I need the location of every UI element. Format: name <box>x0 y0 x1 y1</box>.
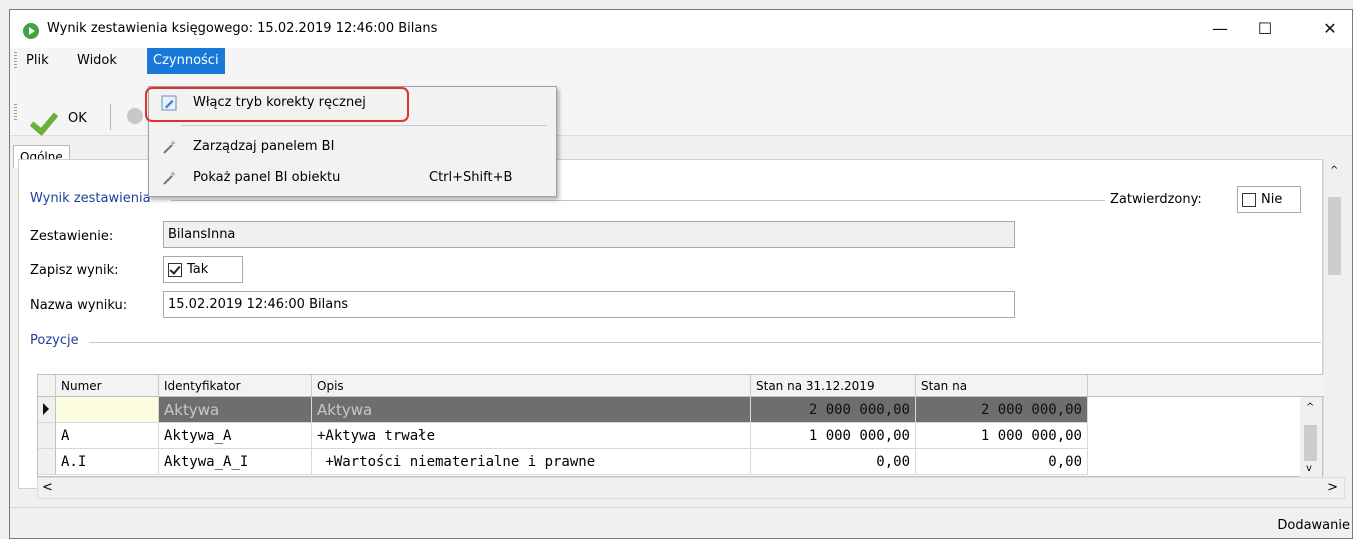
ok-label: OK <box>68 110 87 126</box>
toolbar-grip <box>14 104 17 122</box>
menu-widok[interactable]: Widok <box>71 48 123 74</box>
table-row-2-numer[interactable]: A.I <box>56 449 159 475</box>
approved-value: Nie <box>1261 192 1283 207</box>
save-result-checkbox-box[interactable] <box>168 262 182 277</box>
table-row-1-opis[interactable]: +Aktywa trwałe <box>312 423 751 449</box>
magic-wand-icon <box>161 139 177 155</box>
manage-bi-panel-label: Zarządzaj panelem BI <box>193 139 335 154</box>
statement-label: Zestawienie: <box>30 229 114 244</box>
result-section-title: Wynik zestawienia <box>30 191 151 206</box>
show-bi-panel-shortcut: Ctrl+Shift+B <box>429 170 513 185</box>
table-row-1-stan1[interactable]: 1 000 000,00 <box>751 423 916 449</box>
column-header-opis[interactable]: Opis <box>312 375 751 397</box>
grid-scroll-down-icon[interactable]: v <box>1306 463 1312 474</box>
back-icon[interactable] <box>127 108 143 124</box>
app-play-icon <box>23 23 39 39</box>
table-row-1-numer[interactable]: A <box>56 423 159 449</box>
result-name-field[interactable]: 15.02.2019 12:46:00 Bilans <box>163 291 1015 318</box>
table-row-1-stan2[interactable]: 1 000 000,00 <box>916 423 1088 449</box>
column-header-stan-na[interactable]: Stan na <box>916 375 1088 397</box>
window-title: Wynik zestawienia księgowego: 15.02.2019… <box>47 21 438 36</box>
scroll-right-icon[interactable]: > <box>1327 480 1338 495</box>
toolbar-separator <box>110 104 111 130</box>
table-row-0-stan2[interactable]: 2 000 000,00 <box>916 397 1088 423</box>
menu-grip <box>14 52 17 70</box>
column-header-filler <box>1088 375 1324 397</box>
ok-button[interactable]: OK <box>32 101 87 135</box>
row-selector[interactable] <box>38 397 56 423</box>
maximize-button[interactable]: ☐ <box>1242 10 1288 46</box>
menu-bar: Plik Widok Czynności <box>10 48 1352 74</box>
table-row-1-identyfikator[interactable]: Aktywa_A <box>159 423 312 449</box>
section-divider <box>171 200 1105 201</box>
table-row-0-numer[interactable] <box>56 397 159 423</box>
table-row-0-stan1[interactable]: 2 000 000,00 <box>751 397 916 423</box>
save-result-checkbox[interactable]: Tak <box>163 256 243 283</box>
scroll-left-icon[interactable]: < <box>42 480 53 495</box>
save-result-value: Tak <box>187 262 209 277</box>
scroll-up-icon[interactable]: ^ <box>1330 165 1338 176</box>
highlight-annotation <box>145 87 409 122</box>
grid-vertical-scrollbar[interactable]: ^ v <box>1300 397 1322 477</box>
status-bar: Dodawanie <box>10 507 1352 538</box>
table-row-2-identyfikator[interactable]: Aktywa_A_I <box>159 449 312 475</box>
positions-section-title: Pozycje <box>30 333 79 348</box>
column-header-identyfikator[interactable]: Identyfikator <box>159 375 312 397</box>
horizontal-scrollbar[interactable]: < > <box>37 477 1345 499</box>
approved-checkbox[interactable]: Nie <box>1237 186 1301 213</box>
status-text: Dodawanie <box>1277 518 1350 533</box>
menu-plik[interactable]: Plik <box>20 48 55 74</box>
positions-grid: Numer Identyfikator Opis Stan na 31.12.2… <box>37 374 1324 477</box>
positions-divider <box>89 342 1321 343</box>
show-bi-panel-label: Pokaż panel BI obiektu <box>193 170 341 185</box>
result-name-label: Nazwa wyniku: <box>30 298 128 313</box>
row-selector[interactable] <box>38 423 56 449</box>
approved-checkbox-box[interactable] <box>1242 192 1256 207</box>
panel-vertical-scrollbar[interactable]: ^ <box>1323 159 1345 489</box>
grid-corner-header <box>38 375 56 397</box>
table-row-0-identyfikator[interactable]: Aktywa <box>159 397 312 423</box>
current-row-arrow-icon <box>43 403 49 415</box>
menu-item-show-bi-panel[interactable]: Pokaż panel BI obiektu Ctrl+Shift+B <box>151 165 554 191</box>
column-header-stan-na-31-12-2019[interactable]: Stan na 31.12.2019 <box>751 375 916 397</box>
row-selector[interactable] <box>38 449 56 475</box>
table-row-2-stan1[interactable]: 0,00 <box>751 449 916 475</box>
menu-item-manage-bi-panel[interactable]: Zarządzaj panelem BI <box>151 134 554 160</box>
column-header-numer[interactable]: Numer <box>56 375 159 397</box>
table-row-2-stan2[interactable]: 0,00 <box>916 449 1088 475</box>
checkmark-icon <box>32 106 56 130</box>
table-row-0-opis[interactable]: Aktywa <box>312 397 751 423</box>
grid-scroll-up-icon[interactable]: ^ <box>1306 402 1314 413</box>
magic-wand-icon <box>161 170 177 186</box>
minimize-button[interactable]: — <box>1197 10 1243 46</box>
save-result-label: Zapisz wynik: <box>30 263 119 278</box>
statement-field[interactable]: BilansInna <box>163 221 1015 248</box>
approved-label: Zatwierdzony: <box>1110 192 1202 207</box>
grid-scroll-thumb[interactable] <box>1304 425 1317 461</box>
menu-separator <box>181 125 547 126</box>
table-row-2-opis[interactable]: +Wartości niematerialne i prawne <box>312 449 751 475</box>
close-button[interactable]: ✕ <box>1307 10 1352 46</box>
panel-scroll-thumb[interactable] <box>1328 197 1341 275</box>
title-bar: Wynik zestawienia księgowego: 15.02.2019… <box>10 10 1352 48</box>
menu-czynnosci[interactable]: Czynności <box>147 48 225 74</box>
